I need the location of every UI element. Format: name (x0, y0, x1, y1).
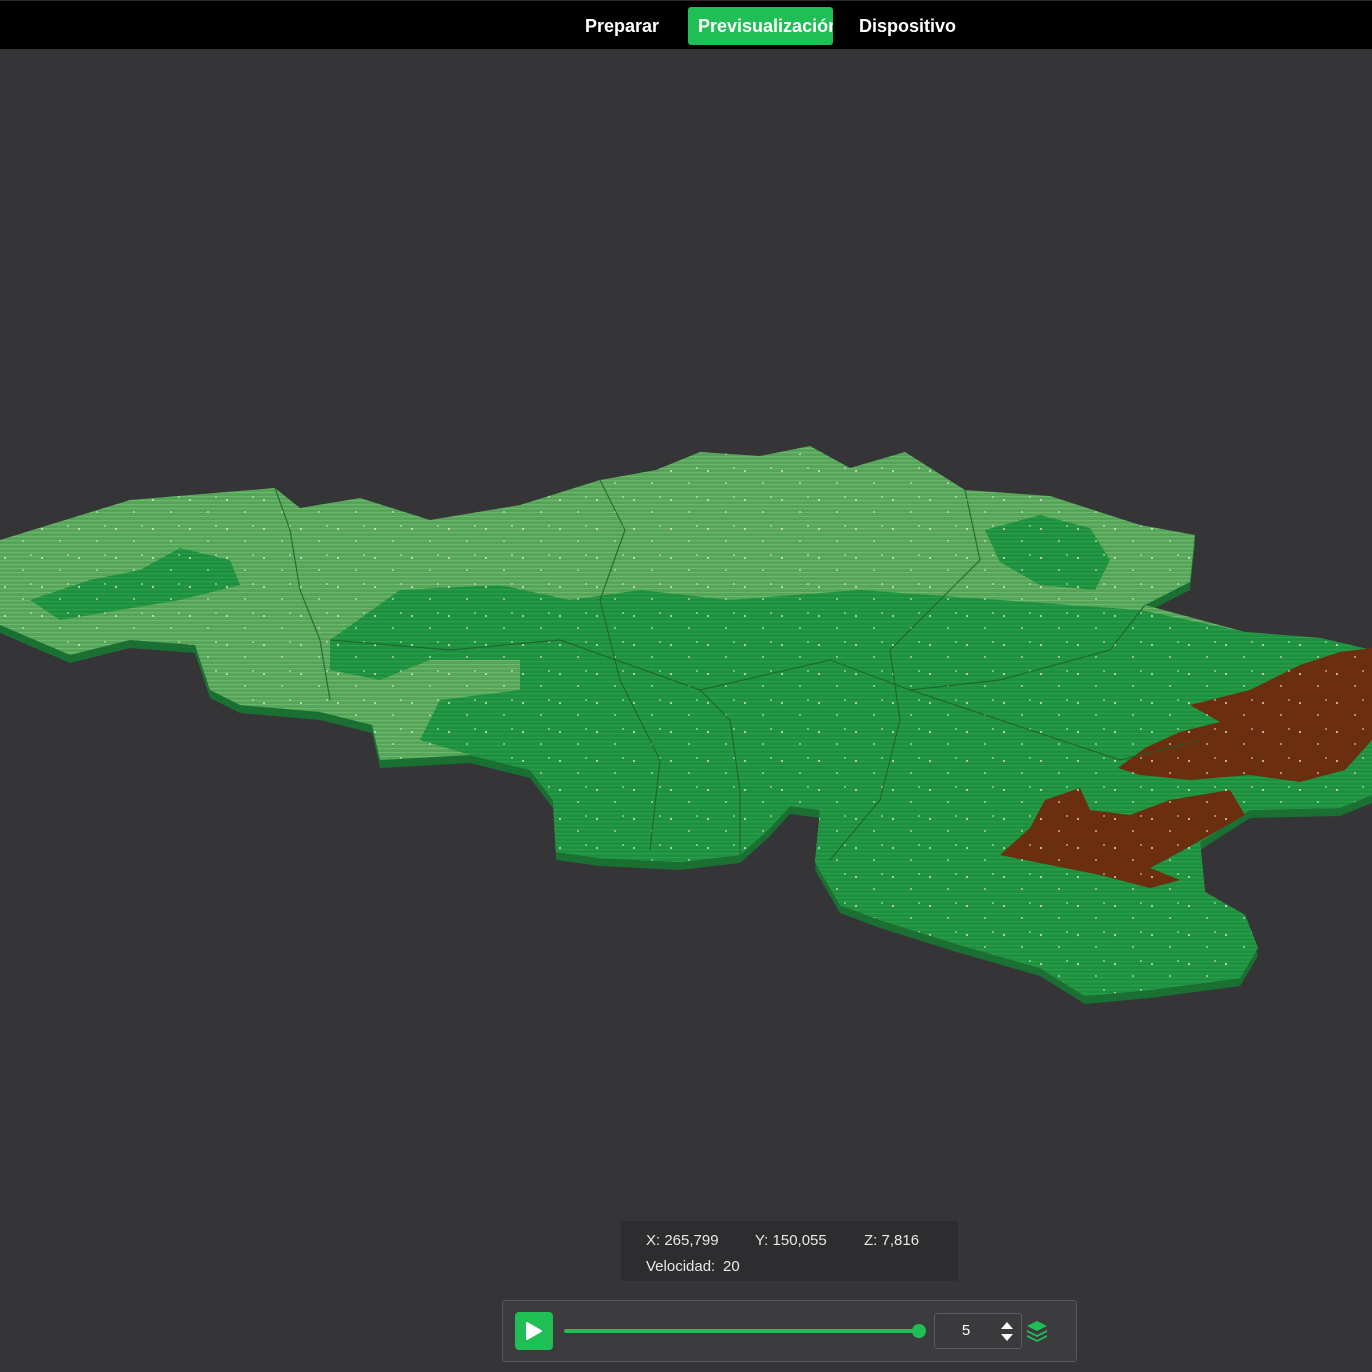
3d-viewport[interactable] (0, 49, 1372, 1372)
top-bar: Preparar Previsualización Dispositivo (0, 0, 1372, 49)
tab-dispositivo[interactable]: Dispositivo (849, 7, 965, 45)
layer-value[interactable]: 5 (935, 1314, 997, 1348)
play-button[interactable] (515, 1312, 553, 1350)
coordinate-readout: X: 265,799 Y: 150,055 Z: 7,816 Velocidad… (621, 1221, 958, 1281)
arrow-down-icon[interactable] (999, 1332, 1015, 1344)
speed-label: Velocidad: (646, 1258, 716, 1275)
coord-y: Y: 150,055 (755, 1232, 827, 1249)
coord-x: X: 265,799 (646, 1232, 719, 1249)
playback-controls: 5 (502, 1300, 1077, 1362)
terrain-settlements (0, 446, 1372, 996)
progress-slider[interactable] (564, 1324, 926, 1338)
coord-z: Z: 7,816 (864, 1232, 920, 1249)
slider-handle[interactable] (912, 1324, 926, 1338)
layer-stepper[interactable]: 5 (934, 1313, 1022, 1349)
tab-previsualizacion[interactable]: Previsualización (688, 7, 833, 45)
speed-value: 20 (723, 1258, 740, 1275)
tab-preparar[interactable]: Preparar (575, 7, 671, 45)
play-icon (526, 1322, 542, 1340)
terrain-model (0, 446, 1372, 1004)
layers-icon[interactable] (1025, 1319, 1049, 1343)
arrow-up-icon[interactable] (999, 1319, 1015, 1331)
